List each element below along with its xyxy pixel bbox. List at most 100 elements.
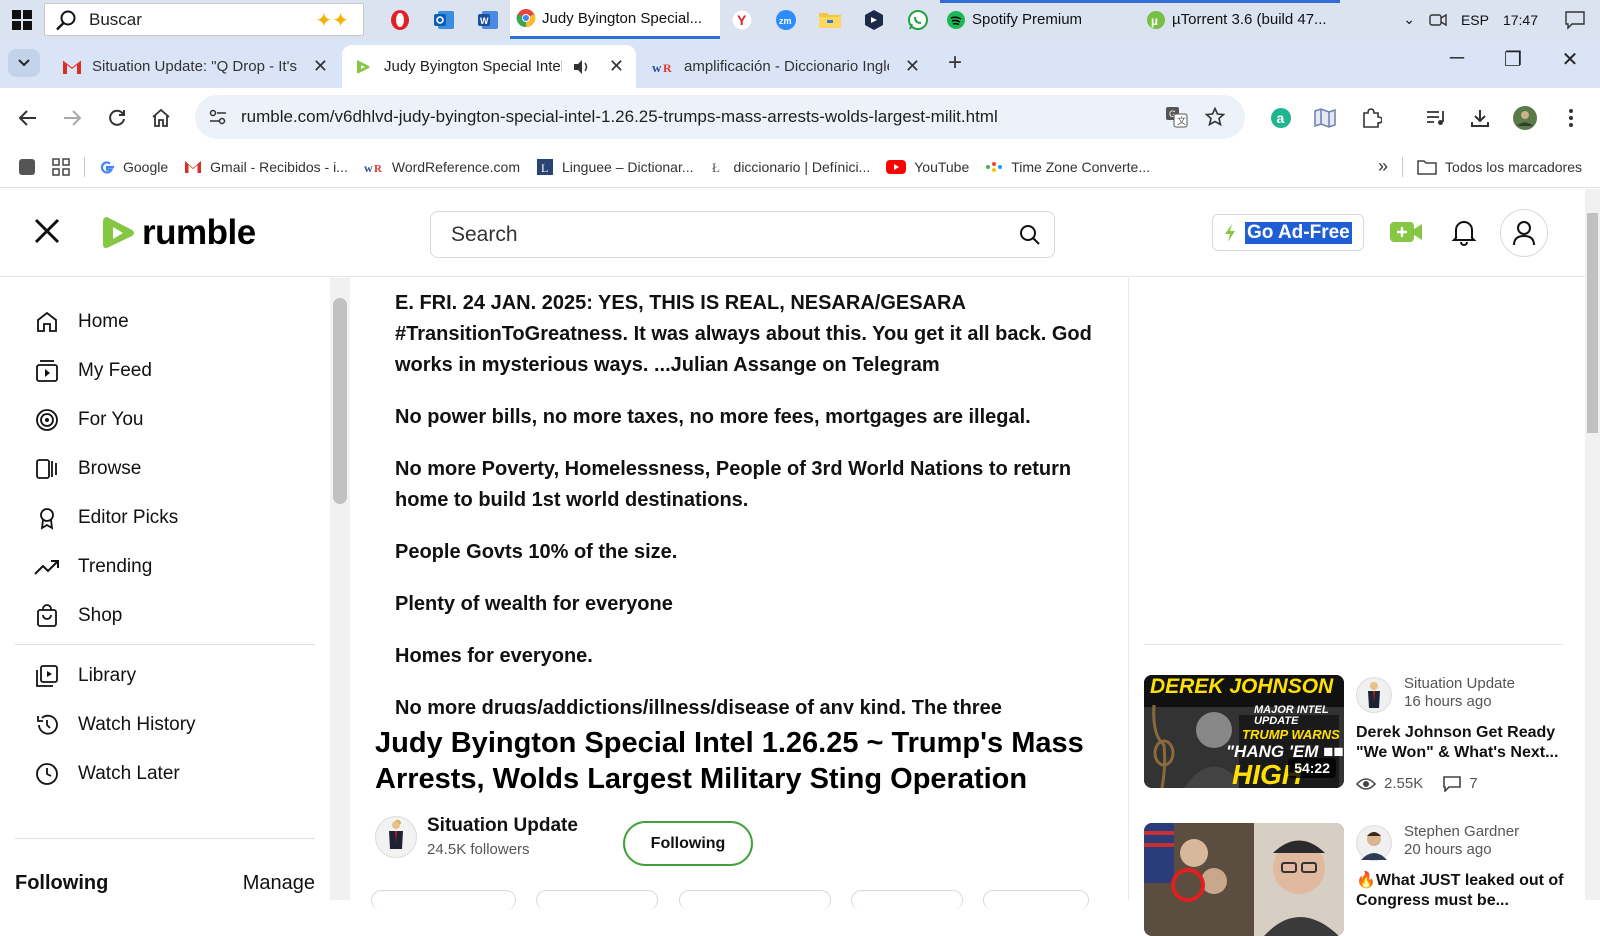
taskbar-search-box[interactable]: Buscar ✦✦	[44, 3, 364, 36]
tab-wordreference[interactable]: wR amplificación - Diccionario Inglé ✕	[640, 45, 932, 88]
tab-gmail[interactable]: Situation Update: "Q Drop - It's ✕	[50, 45, 340, 88]
restore-button[interactable]: ❐	[1493, 47, 1533, 72]
related-video-card[interactable]: DEREK JOHNSON MAJOR INTEL UPDATE TRUMP W…	[1144, 675, 1574, 795]
sidebar-item-home[interactable]: Home	[34, 309, 129, 335]
bookmark-linguee[interactable]: L Linguee – Dictionar...	[528, 152, 702, 182]
sidebar-item-editor-picks[interactable]: Editor Picks	[34, 505, 178, 531]
close-icon[interactable]: ✕	[313, 56, 328, 77]
downloads-button[interactable]	[1465, 103, 1495, 133]
taskbar-zoom-button[interactable]: zm	[764, 0, 808, 39]
sidebar-scrollbar-thumb[interactable]	[333, 298, 347, 504]
bookmark-gmail[interactable]: Gmail - Recibidos - i...	[176, 152, 356, 182]
taskbar-opera-button[interactable]	[378, 0, 422, 39]
sidebar-item-label: Home	[78, 311, 129, 332]
related-video-title[interactable]: Derek Johnson Get Ready "We Won" & What'…	[1356, 723, 1571, 763]
sidebar-item-for-you[interactable]: For You	[34, 407, 144, 433]
home-button[interactable]	[146, 103, 176, 133]
search-icon[interactable]	[1018, 223, 1042, 247]
rumble-logo[interactable]: rumble	[98, 213, 256, 253]
bookmark-timezone[interactable]: Time Zone Converte...	[977, 152, 1158, 182]
channel-avatar[interactable]	[1356, 825, 1392, 861]
channel-info[interactable]: Situation Update 24.5K followers	[375, 815, 578, 858]
channel-avatar[interactable]	[1356, 677, 1392, 713]
chrome-menu-button[interactable]	[1556, 103, 1586, 133]
action-pill[interactable]	[371, 890, 516, 910]
windows-start-button[interactable]	[0, 0, 44, 39]
bookmarks-overflow-button[interactable]: »	[1370, 152, 1396, 182]
chevron-up-icon[interactable]: ⌄	[1403, 11, 1415, 28]
close-window-button[interactable]: ✕	[1550, 47, 1590, 72]
sidebar-item-library[interactable]: Library	[34, 663, 136, 689]
following-button[interactable]: Following	[623, 821, 753, 866]
account-button[interactable]	[1500, 209, 1548, 257]
close-icon[interactable]: ✕	[609, 56, 624, 77]
site-info-icon[interactable]	[209, 109, 227, 125]
tab-rumble-active[interactable]: Judy Byington Special Intel ✕	[342, 45, 636, 88]
tray-language[interactable]: ESP	[1461, 12, 1489, 28]
related-video-title[interactable]: 🔥What JUST leaked out of Congress must b…	[1356, 871, 1571, 911]
star-icon[interactable]	[1205, 107, 1225, 127]
new-tab-button[interactable]: +	[948, 49, 962, 77]
taskbar-utorrent-window[interactable]: µ µTorrent 3.6 (build 47...	[1140, 0, 1340, 39]
action-pill[interactable]	[983, 890, 1089, 910]
forward-button[interactable]	[57, 103, 87, 133]
site-search-input[interactable]: Search	[430, 211, 1055, 258]
sidebar-item-trending[interactable]: Trending	[34, 554, 152, 580]
sidebar-item-shop[interactable]: Shop	[34, 603, 122, 629]
taskbar-outlook-button[interactable]	[422, 0, 466, 39]
extensions-button[interactable]	[1356, 103, 1386, 133]
description-paragraph: No more drugs/addictions/illness/disease…	[395, 697, 1002, 714]
action-pill[interactable]	[679, 890, 831, 910]
taskbar-spotify-window[interactable]: Spotify Premium	[940, 0, 1140, 39]
manage-following-link[interactable]: Manage	[243, 872, 315, 895]
sidebar-item-browse[interactable]: Browse	[34, 456, 141, 482]
taskbar-chrome-window[interactable]: Judy Byington Special...	[510, 0, 720, 39]
related-channel-name[interactable]: Stephen Gardner	[1404, 823, 1519, 841]
extension-a-button[interactable]: a	[1266, 103, 1296, 133]
taskbar-yandex-button[interactable]: Y	[720, 0, 764, 39]
taskbar-security-app-button[interactable]	[852, 0, 896, 39]
upload-video-button[interactable]	[1386, 212, 1426, 252]
extension-map-button[interactable]	[1310, 103, 1340, 133]
channel-name[interactable]: Situation Update	[427, 815, 578, 837]
bookmark-wordreference[interactable]: wR WordReference.com	[356, 152, 528, 182]
page-scrollbar[interactable]	[1585, 189, 1600, 900]
tray-clock[interactable]: 17:47	[1503, 12, 1538, 28]
translate-icon[interactable]: G文	[1165, 106, 1189, 128]
sidebar-scrollbar[interactable]	[330, 278, 350, 900]
notifications-button[interactable]	[1444, 212, 1484, 252]
media-controls-button[interactable]	[1421, 103, 1451, 133]
rae-icon: Ł	[712, 160, 720, 175]
bookmark-youtube[interactable]: YouTube	[878, 152, 977, 182]
channel-avatar[interactable]	[375, 815, 417, 858]
sidebar-item-my-feed[interactable]: My Feed	[34, 358, 152, 384]
meet-now-icon[interactable]	[1429, 12, 1447, 28]
taskbar-explorer-button[interactable]	[808, 0, 852, 39]
profile-button[interactable]	[1510, 103, 1540, 133]
reload-button[interactable]	[102, 103, 132, 133]
sidebar-item-watch-later[interactable]: Watch Later	[34, 761, 180, 787]
action-pill[interactable]	[851, 890, 963, 910]
bookmark-apps-grid[interactable]	[44, 152, 78, 182]
action-pill[interactable]	[536, 890, 658, 910]
page-scrollbar-thumb[interactable]	[1587, 213, 1598, 433]
minimize-button[interactable]: ─	[1437, 47, 1477, 70]
close-menu-button[interactable]	[33, 217, 61, 250]
video-thumbnail[interactable]	[1144, 823, 1344, 936]
bookmark-diccionario[interactable]: Ł diccionario | Defínici...	[702, 152, 879, 182]
related-channel-name[interactable]: Situation Update	[1404, 675, 1515, 693]
speaker-icon[interactable]	[572, 59, 590, 75]
close-icon[interactable]: ✕	[905, 56, 920, 77]
back-button[interactable]	[13, 103, 43, 133]
address-bar[interactable]: rumble.com/v6dhlvd-judy-byington-special…	[195, 95, 1245, 139]
video-thumbnail[interactable]: DEREK JOHNSON MAJOR INTEL UPDATE TRUMP W…	[1144, 675, 1344, 788]
sidebar-item-watch-history[interactable]: Watch History	[34, 712, 196, 738]
taskbar-whatsapp-button[interactable]	[896, 0, 940, 39]
notification-center-icon[interactable]	[1564, 10, 1586, 30]
all-bookmarks-button[interactable]: Todos los marcadores	[1409, 152, 1590, 182]
taskbar-word-button[interactable]: W	[466, 0, 510, 39]
tab-search-button[interactable]	[8, 49, 40, 77]
bookmark-apps-square[interactable]	[10, 152, 44, 182]
go-ad-free-button[interactable]: Go Ad-Free	[1212, 214, 1364, 251]
bookmark-google[interactable]: Google	[91, 152, 176, 182]
